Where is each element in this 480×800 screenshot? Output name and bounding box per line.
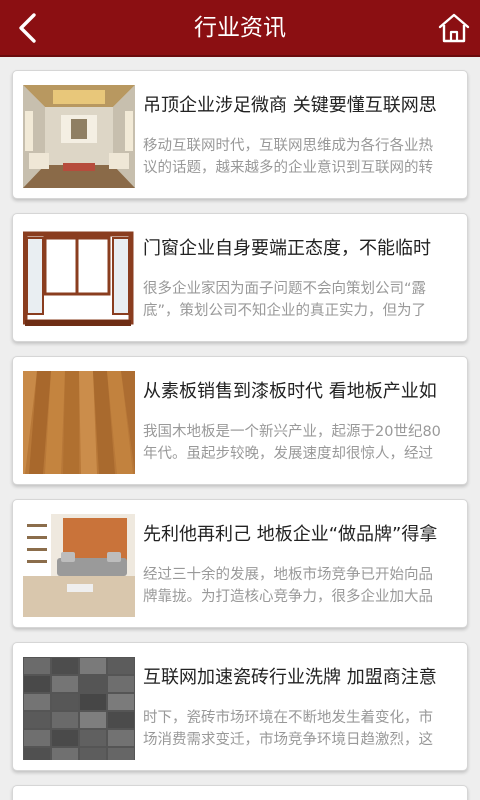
- news-list: 吊顶企业涉足微商 关键要懂互联网思 移动互联网时代，互联网思维成为各行各业热议的…: [12, 70, 468, 800]
- news-thumbnail: [23, 657, 135, 760]
- news-thumbnail: [23, 228, 135, 331]
- home-icon: [438, 13, 470, 43]
- news-item[interactable]: 门窗企业自身要端正态度，不能临时 很多企业家因为面子问题不会向策划公司“露底”，…: [12, 213, 468, 342]
- news-title: 门窗企业自身要端正态度，不能临时: [143, 238, 431, 259]
- news-item[interactable]: 先利他再利己 地板企业“做品牌”得拿 经过三十余的发展，地板市场竞争已开始向品牌…: [12, 499, 468, 628]
- news-title: 先利他再利己 地板企业“做品牌”得拿: [143, 524, 438, 545]
- news-title: 从素板销售到漆板时代 看地板产业如: [143, 381, 437, 402]
- news-summary: 经过三十余的发展，地板市场竞争已开始向品牌靠拢。为打造核心竞争力，很多企业加大品: [143, 567, 433, 605]
- home-button[interactable]: [436, 10, 472, 46]
- news-item[interactable]: 吊顶企业涉足微商 关键要懂互联网思 移动互联网时代，互联网思维成为各行各业热议的…: [12, 70, 468, 199]
- news-summary: 时下，瓷砖市场环境在不断地发生着变化，市场消费需求变迁，市场竞争环境日趋激烈，这: [143, 710, 433, 748]
- page-title: 行业资讯: [194, 15, 286, 41]
- news-title: 互联网加速瓷砖行业洗牌 加盟商注意: [143, 667, 437, 688]
- news-thumbnail: [23, 371, 135, 474]
- news-thumbnail: [23, 85, 135, 188]
- news-title: 吊顶企业涉足微商 关键要懂互联网思: [143, 95, 437, 116]
- news-item[interactable]: [12, 785, 468, 800]
- news-summary: 移动互联网时代，互联网思维成为各行各业热议的话题，越来越多的企业意识到互联网的转: [143, 138, 433, 176]
- news-item[interactable]: 从素板销售到漆板时代 看地板产业如 我国木地板是一个新兴产业，起源于20世纪80…: [12, 356, 468, 485]
- news-item[interactable]: 互联网加速瓷砖行业洗牌 加盟商注意 时下，瓷砖市场环境在不断地发生着变化，市场消…: [12, 642, 468, 771]
- app-header: 行业资讯: [0, 0, 480, 57]
- news-summary: 很多企业家因为面子问题不会向策划公司“露底”，策划公司不知企业的真正实力，但为了: [143, 281, 427, 319]
- news-thumbnail: [23, 514, 135, 617]
- news-summary: 我国木地板是一个新兴产业，起源于20世纪80年代。虽起步较晚，发展速度却很惊人，…: [143, 424, 441, 462]
